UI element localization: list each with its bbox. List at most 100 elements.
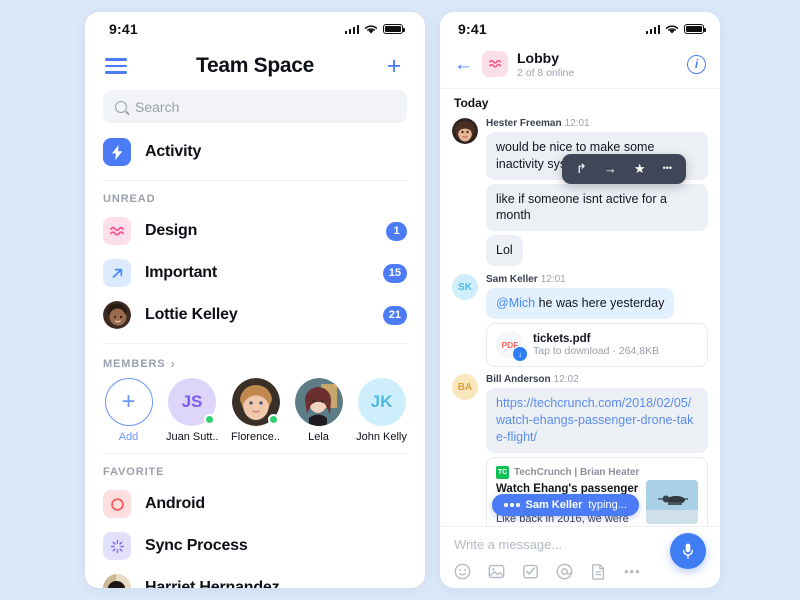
back-arrow-icon[interactable]: ← — [454, 55, 473, 74]
sidebar-item-harriet-hernandez[interactable]: Harriet Hernandez — [85, 567, 425, 588]
microphone-icon[interactable] — [670, 532, 706, 569]
emoji-icon[interactable] — [454, 563, 471, 580]
message-text: he was here yesterday — [538, 296, 665, 311]
message-group-sam-keller: SK Sam Keller 12:01 @Mich he was here yes… — [440, 270, 720, 370]
mention-icon[interactable] — [556, 563, 573, 580]
message-bubble[interactable]: Lol — [486, 235, 523, 267]
sidebar-item-label: Design — [145, 222, 198, 239]
members-list: + Add JS Juan Sutt.. Florence.. Lela JK … — [85, 376, 425, 443]
chevron-right-icon: › — [170, 356, 176, 371]
message-list[interactable]: Hester Freeman 12:01 would be nice to mak… — [440, 114, 720, 526]
message-bubble[interactable]: @Mich he was here yesterday — [486, 288, 675, 320]
article-source: TC TechCrunch | Brian Heater — [496, 465, 698, 479]
left-status-bar: 9:41 — [85, 12, 425, 46]
more-options-icon[interactable]: ••• — [663, 164, 672, 173]
section-title: UNREAD — [103, 193, 156, 205]
message-author: Hester Freeman 12:01 — [486, 118, 708, 129]
avatar: SK — [452, 274, 478, 301]
status-time: 9:41 — [458, 21, 487, 37]
avatar — [231, 378, 280, 426]
sidebar-item-design[interactable]: Design 1 — [85, 210, 425, 252]
wifi-icon — [665, 24, 679, 34]
avatar: JS — [168, 378, 216, 426]
sidebar-item-lottie-kelley[interactable]: Lottie Kelley 21 — [85, 294, 425, 336]
sidebar-item-sync-process[interactable]: Sync Process — [85, 525, 425, 567]
member-lela[interactable]: Lela — [293, 378, 344, 443]
channel-subtitle: 2 of 8 online — [517, 66, 575, 79]
avatar: + — [104, 378, 153, 426]
sidebar-item-label: Sync Process — [145, 537, 248, 554]
avatar-initials: JS — [181, 392, 203, 411]
avatar — [294, 378, 343, 426]
circle-outline-icon — [103, 490, 131, 518]
star-icon[interactable]: ★ — [634, 162, 646, 175]
member-name: Lela — [308, 431, 329, 443]
message-time: 12:01 — [564, 117, 590, 129]
hamburger-menu-icon[interactable] — [105, 58, 127, 74]
message-author: Sam Keller 12:01 — [486, 274, 708, 285]
left-phone-panel: 9:41 Team Space + Search Activity UNREAD — [85, 12, 425, 588]
checklist-icon[interactable] — [522, 563, 539, 580]
spinner-icon — [103, 532, 131, 560]
message-bubble[interactable]: https://techcrunch.com/2018/02/05/watch-… — [486, 388, 708, 453]
pdf-file-icon: PDF ↓ — [496, 331, 527, 362]
typing-user: Sam Keller — [525, 498, 583, 511]
sidebar-item-label: Activity — [145, 143, 202, 160]
chat-header: ← Lobby 2 of 8 online i — [440, 46, 720, 89]
wave-icon — [103, 217, 131, 245]
wave-icon — [482, 51, 508, 78]
section-title: MEMBERS — [103, 357, 166, 370]
sidebar-item-important[interactable]: Important 15 — [85, 252, 425, 294]
sidebar-item-activity[interactable]: Activity — [85, 131, 425, 173]
member-john-kelly[interactable]: JK John Kelly — [356, 378, 407, 443]
document-icon[interactable] — [590, 563, 607, 580]
add-member-button[interactable]: + Add — [103, 378, 154, 443]
file-name: tickets.pdf — [533, 333, 591, 346]
image-icon[interactable] — [488, 563, 505, 580]
search-icon — [115, 100, 127, 113]
cellular-bars-icon — [645, 24, 660, 34]
download-arrow-icon[interactable]: ↓ — [513, 347, 527, 362]
message-group-hester-freeman: Hester Freeman 12:01 would be nice to mak… — [440, 114, 720, 270]
composer-icons: ••• — [454, 563, 706, 580]
message-context-menu[interactable]: ↱ → ★ ••• — [562, 153, 687, 184]
article-thumbnail — [646, 479, 698, 524]
member-name: Add — [118, 431, 139, 443]
sidebar-item-android[interactable]: Android — [85, 483, 425, 525]
info-icon[interactable]: i — [687, 54, 706, 74]
message-input[interactable]: Write a message... — [454, 537, 706, 552]
file-attachment-card[interactable]: PDF ↓ tickets.pdf Tap to download · 264,… — [486, 323, 708, 368]
author-name: Bill Anderson — [486, 374, 551, 386]
author-name: Hester Freeman — [486, 117, 562, 129]
mention-token[interactable]: @Mich — [496, 296, 535, 310]
search-input[interactable]: Search — [103, 90, 407, 123]
avatar — [103, 574, 131, 588]
page-title: Team Space — [195, 54, 314, 77]
typing-text: typing... — [588, 498, 627, 511]
member-juan-sutt[interactable]: JS Juan Sutt.. — [166, 378, 218, 443]
file-subtitle: Tap to download · 264,8KB — [533, 345, 660, 358]
message-link[interactable]: https://techcrunch.com/2018/02/05/watch-… — [496, 396, 693, 444]
reply-icon[interactable]: ↱ — [576, 162, 587, 175]
message-time: 12:01 — [540, 274, 566, 286]
typing-indicator: Sam Keller typing... — [492, 493, 639, 516]
sidebar-item-label: Android — [145, 495, 205, 512]
avatar: JK — [357, 378, 406, 426]
plus-icon[interactable]: + — [383, 54, 405, 79]
more-options-icon[interactable]: ••• — [624, 564, 641, 579]
sidebar-item-label: Lottie Kelley — [145, 306, 238, 323]
lightning-bolt-icon — [103, 138, 131, 166]
forward-icon[interactable]: → — [604, 162, 617, 175]
message-bubble[interactable]: like if someone isnt active for a month — [486, 183, 708, 232]
online-status-dot — [204, 414, 215, 425]
techcrunch-logo-icon: TC — [496, 465, 509, 479]
article-source-text: TechCrunch | Brian Heater — [514, 466, 640, 478]
member-florence[interactable]: Florence.. — [230, 378, 281, 443]
section-label-unread: UNREAD — [85, 181, 425, 210]
typing-dots-icon — [504, 503, 520, 507]
section-label-members[interactable]: MEMBERS › — [85, 344, 425, 376]
right-status-bar: 9:41 — [440, 12, 720, 46]
unread-badge: 15 — [382, 263, 407, 283]
online-status-dot — [267, 414, 279, 425]
cellular-bars-icon — [344, 24, 359, 34]
